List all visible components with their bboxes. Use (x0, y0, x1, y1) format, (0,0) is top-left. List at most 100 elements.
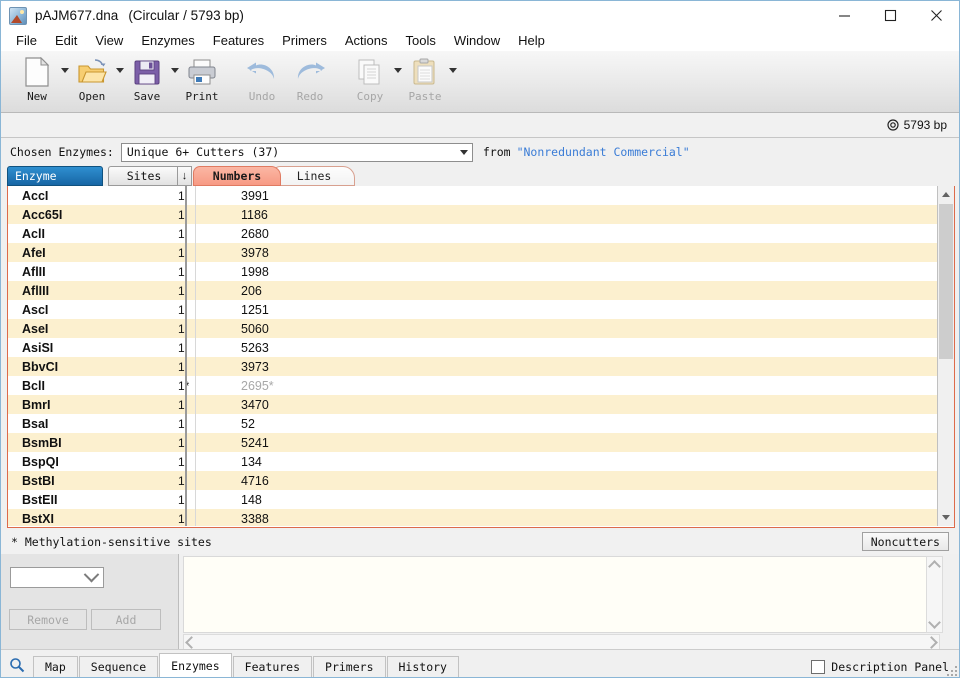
save-dropdown-arrow-icon[interactable] (169, 51, 180, 109)
menu-item-primers[interactable]: Primers (273, 31, 336, 50)
print-button[interactable]: Print (180, 51, 224, 109)
close-icon[interactable] (913, 1, 959, 30)
description-panel-toggle[interactable]: Description Panel (811, 660, 959, 677)
copy-button[interactable]: Copy (348, 51, 392, 109)
tab-features[interactable]: Features (232, 656, 313, 677)
table-row[interactable]: BstBI 1 4716 (8, 471, 937, 490)
copy-dropdown-arrow-icon[interactable] (392, 51, 403, 109)
noncutters-button[interactable]: Noncutters (861, 532, 949, 551)
undo-button[interactable]: Undo (238, 51, 286, 109)
enzyme-position-cell: 2680 (241, 226, 269, 241)
table-row[interactable]: BbvCI 1 3973 (8, 357, 937, 376)
table-row[interactable]: Acc65I 1 1186 (8, 205, 937, 224)
snapgene-window: pAJM677.dna (Circular / 5793 bp) File Ed… (0, 0, 960, 678)
enzyme-position-cell: 3991 (241, 188, 269, 203)
new-button[interactable]: New (15, 51, 59, 109)
enzyme-position-cell: 134 (241, 454, 262, 469)
table-row[interactable]: BclI 1* 2695* (8, 376, 937, 395)
menu-item-window[interactable]: Window (445, 31, 509, 50)
table-row[interactable]: AseI 1 5060 (8, 319, 937, 338)
scroll-down-arrow-icon[interactable] (928, 616, 941, 629)
sequence-length-text: 5793 bp (903, 118, 947, 132)
enzyme-position-cell: 4716 (241, 473, 269, 488)
search-magnifier-icon[interactable] (1, 652, 33, 677)
chosen-enzymes-value: Unique 6+ Cutters (37) (126, 145, 280, 159)
resize-grip-icon[interactable] (947, 666, 957, 676)
menu-item-tools[interactable]: Tools (397, 31, 445, 50)
menu-bar: File Edit View Enzymes Features Primers … (1, 30, 959, 51)
column-header-enzyme[interactable]: Enzyme (7, 166, 103, 186)
menu-item-enzymes[interactable]: Enzymes (132, 31, 203, 50)
new-dropdown-arrow-icon[interactable] (59, 51, 70, 109)
enzyme-select-combo[interactable] (10, 566, 104, 588)
enzyme-list-scrollbar[interactable] (937, 186, 954, 526)
enzyme-name-cell: BstEII (22, 492, 58, 507)
menu-item-view[interactable]: View (86, 31, 132, 50)
tab-numbers[interactable]: Numbers (193, 166, 281, 186)
table-row[interactable]: AflII 1 1998 (8, 262, 937, 281)
title-bar: pAJM677.dna (Circular / 5793 bp) (1, 1, 959, 30)
column-header-sites-label: Sites (126, 169, 162, 183)
maximize-icon[interactable] (867, 1, 913, 30)
table-row[interactable]: AsiSI 1 5263 (8, 338, 937, 357)
enzyme-position-cell: 5263 (241, 340, 269, 355)
redo-button[interactable]: Redo (286, 51, 334, 109)
minimize-icon[interactable] (821, 1, 867, 30)
tab-lines[interactable]: Lines (273, 166, 355, 186)
table-row[interactable]: BstEII 1 148 (8, 490, 937, 509)
detail-vertical-scrollbar[interactable] (926, 556, 943, 633)
enzyme-set-link[interactable]: "Nonredundant Commercial" (517, 145, 690, 159)
open-dropdown-arrow-icon[interactable] (114, 51, 125, 109)
chosen-enzymes-select[interactable]: Unique 6+ Cutters (37) (120, 142, 473, 162)
scroll-down-arrow-icon[interactable] (938, 509, 954, 526)
enzyme-detail-canvas (183, 556, 940, 633)
table-row[interactable]: BmrI 1 3470 (8, 395, 937, 414)
add-button[interactable]: Add (91, 609, 161, 630)
remove-button[interactable]: Remove (9, 609, 87, 630)
scroll-up-arrow-icon[interactable] (928, 560, 941, 573)
from-label: from (482, 145, 511, 159)
table-row[interactable]: BsaI 1 52 (8, 414, 937, 433)
enzyme-name-cell: BbvCI (22, 359, 59, 374)
scroll-right-arrow-icon[interactable] (925, 635, 938, 649)
enzyme-name-cell: AsiSI (22, 340, 54, 355)
table-row[interactable]: AclI 1 2680 (8, 224, 937, 243)
tab-history[interactable]: History (386, 656, 459, 677)
sort-descending-arrow-icon[interactable]: ↓ (177, 166, 192, 186)
description-panel-checkbox[interactable] (811, 660, 826, 674)
menu-item-edit[interactable]: Edit (46, 31, 86, 50)
tab-enzymes[interactable]: Enzymes (159, 653, 232, 677)
paste-dropdown-arrow-icon[interactable] (447, 51, 458, 109)
table-row[interactable]: BstXI 1 3388 (8, 509, 937, 526)
scroll-left-arrow-icon[interactable] (185, 635, 198, 649)
open-button-label: Open (78, 90, 106, 103)
enzyme-list-rows: AccI 1 3991 Acc65I 1 1186 AclI 1 2680 AfeI 1 3978 Af… (8, 186, 937, 526)
enzyme-name-cell: BspQI (22, 454, 59, 469)
scrollbar-thumb[interactable] (939, 204, 953, 359)
tab-map[interactable]: Map (33, 656, 78, 677)
enzyme-position-cell: 3470 (241, 397, 269, 412)
tab-primers[interactable]: Primers (313, 656, 386, 677)
save-button[interactable]: Save (125, 51, 169, 109)
table-row[interactable]: AscI 1 1251 (8, 300, 937, 319)
table-row[interactable]: AfeI 1 3978 (8, 243, 937, 262)
clipboard-icon (412, 55, 438, 89)
column-divider-primary (185, 186, 187, 526)
menu-item-features[interactable]: Features (204, 31, 273, 50)
column-header-sites[interactable]: Sites (108, 166, 180, 186)
copy-button-label: Copy (356, 90, 384, 103)
tab-sequence[interactable]: Sequence (78, 656, 159, 677)
detail-horizontal-scrollbar[interactable] (183, 634, 940, 650)
menu-item-file[interactable]: File (7, 31, 46, 50)
open-button[interactable]: Open (70, 51, 114, 109)
menu-item-help[interactable]: Help (509, 31, 554, 50)
menu-item-actions[interactable]: Actions (336, 31, 397, 50)
circular-plasmid-icon (887, 119, 899, 131)
table-row[interactable]: AflIII 1 206 (8, 281, 937, 300)
footnote-bar: * Methylation-sensitive sites Noncutters (1, 530, 959, 554)
scroll-up-arrow-icon[interactable] (938, 186, 954, 203)
table-row[interactable]: AccI 1 3991 (8, 186, 937, 205)
table-row[interactable]: BsmBI 1 5241 (8, 433, 937, 452)
table-row[interactable]: BspQI 1 134 (8, 452, 937, 471)
paste-button[interactable]: Paste (403, 51, 447, 109)
